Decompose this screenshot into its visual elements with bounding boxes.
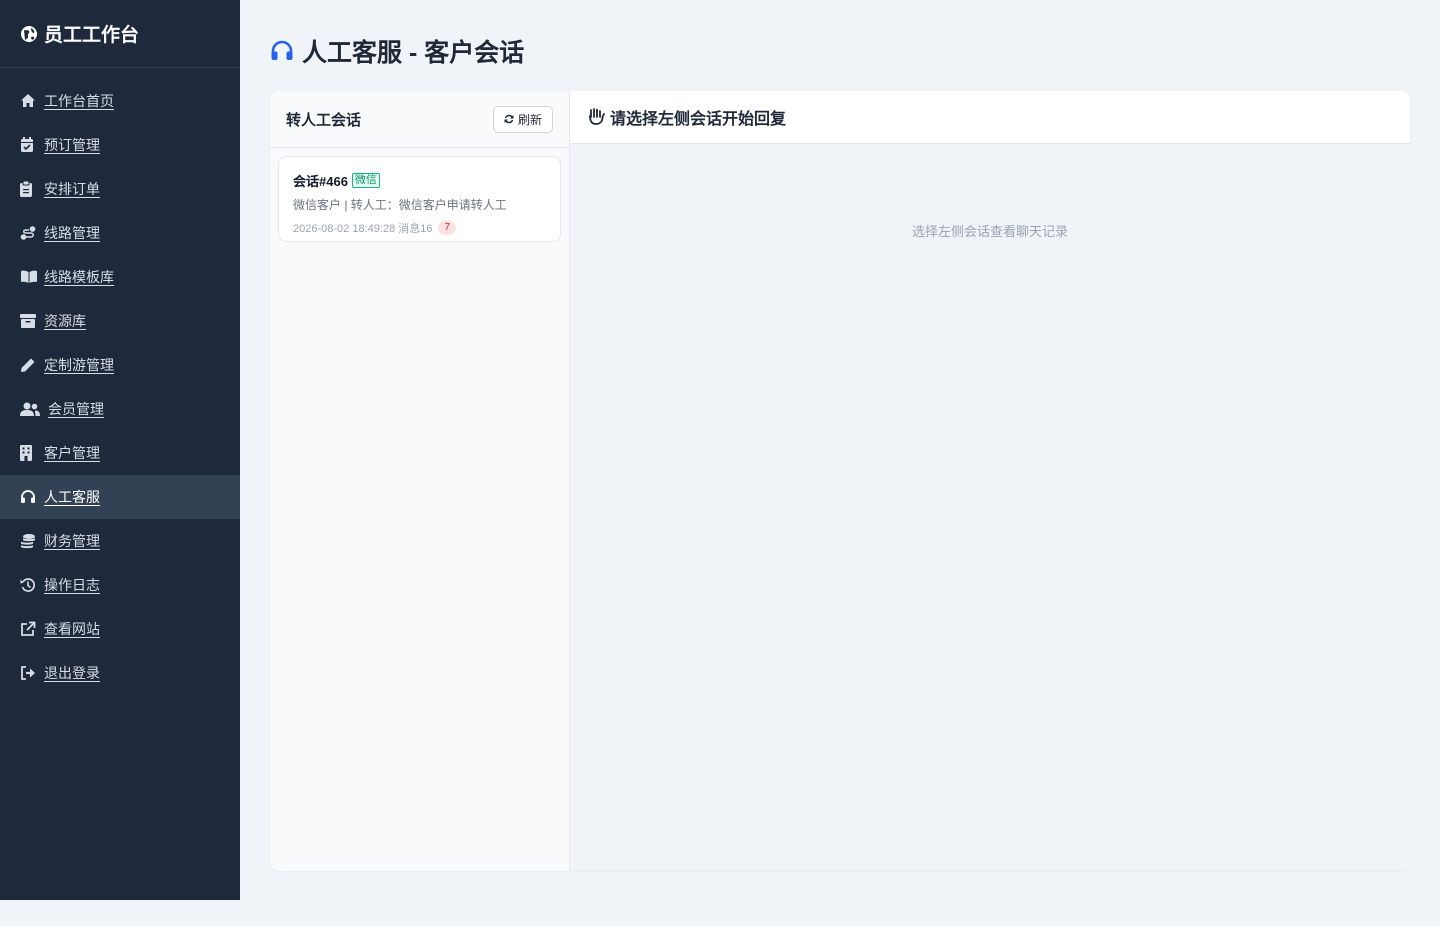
conversation-list: 转人工会话 刷新 会话#466 微信 微信客户 | 转人工：微信客户申请转人工 … [270,91,570,871]
sidebar-item-home[interactable]: 工作台首页 [0,79,240,123]
calendar-check-icon [20,136,38,154]
conversation-title: 会话#466 [293,174,348,189]
sidebar-item-label: 工作台首页 [44,93,114,109]
chat-header-text: 请选择左侧会话开始回复 [610,111,787,128]
building-icon [20,444,38,462]
sidebar-item-label: 线路模板库 [44,269,114,285]
sidebar-item-members[interactable]: 会员管理 [0,387,240,431]
channel-badge: 微信 [351,173,380,188]
sidebar-item-bookings[interactable]: 预订管理 [0,123,240,167]
headset-icon [20,488,38,506]
sidebar-item-label: 财务管理 [44,533,100,549]
conversation-meta: 2026-08-02 18:49:28 消息16 7 [293,220,546,236]
chat-area: 请选择左侧会话开始回复 选择左侧会话查看聊天记录 [570,91,1410,871]
empty-chat-message: 选择左侧会话查看聊天记录 [911,224,1068,239]
sidebar-item-resources[interactable]: 资源库 [0,299,240,343]
conversation-title-row: 会话#466 微信 [293,171,546,190]
sidebar-item-label: 人工客服 [44,489,100,505]
sidebar-item-label: 客户管理 [44,445,100,461]
main-content: 人工客服 - 客户会话 转人工会话 刷新 会话#466 微信 微信客户 | 转人… [240,0,1440,926]
sidebar-item-label: 线路管理 [44,225,100,241]
external-link-icon [20,620,38,638]
page-title-text: 人工客服 - 客户会话 [302,39,525,67]
conversation-list-header: 转人工会话 刷新 [270,91,569,148]
sidebar-item-logs[interactable]: 操作日志 [0,563,240,607]
sign-out-icon [20,664,38,682]
sidebar: 员工工作台 工作台首页 预订管理 安排订单 线路管理 线路模板库 资源库 定制游… [0,0,240,900]
sidebar-item-label: 查看网站 [44,621,100,637]
sidebar-item-routes[interactable]: 线路管理 [0,211,240,255]
sidebar-item-label: 操作日志 [44,577,100,593]
brand-title: 员工工作台 [44,25,140,46]
conversation-list-title: 转人工会话 [286,111,362,129]
refresh-icon [504,114,514,124]
book-icon [20,268,38,286]
coins-icon [20,532,38,550]
sidebar-item-view-site[interactable]: 查看网站 [0,607,240,651]
hand-pointer-icon [589,108,605,125]
conversation-description: 微信客户 | 转人工：微信客户申请转人工 [293,198,507,212]
chat-panel: 转人工会话 刷新 会话#466 微信 微信客户 | 转人工：微信客户申请转人工 … [270,91,1410,871]
list-item[interactable]: 会话#466 微信 微信客户 | 转人工：微信客户申请转人工 2026-08-0… [278,156,561,242]
sidebar-item-route-templates[interactable]: 线路模板库 [0,255,240,299]
history-icon [20,576,38,594]
archive-icon [20,312,38,330]
sidebar-nav: 工作台首页 预订管理 安排订单 线路管理 线路模板库 资源库 定制游管理 会员管… [0,68,240,695]
route-icon [20,224,38,242]
page-title: 人工客服 - 客户会话 [270,33,524,69]
sidebar-item-label: 定制游管理 [44,357,114,373]
globe-icon [21,25,37,42]
unread-badge: 7 [438,221,456,235]
sidebar-item-custom-tours[interactable]: 定制游管理 [0,343,240,387]
users-icon [20,400,42,418]
clipboard-icon [20,180,38,198]
sidebar-item-customer-service[interactable]: 人工客服 [0,475,240,519]
sidebar-item-label: 安排订单 [44,181,100,197]
pencil-icon [20,356,38,374]
chat-header: 请选择左侧会话开始回复 [570,91,1410,144]
home-icon [20,92,38,110]
sidebar-item-orders[interactable]: 安排订单 [0,167,240,211]
headset-icon [271,40,293,60]
sidebar-item-label: 退出登录 [44,665,100,681]
sidebar-item-finance[interactable]: 财务管理 [0,519,240,563]
refresh-button[interactable]: 刷新 [492,105,553,133]
sidebar-item-label: 资源库 [44,313,86,329]
brand[interactable]: 员工工作台 [0,0,240,68]
conversation-timestamp: 2026-08-02 18:49:28 消息16 [293,223,433,235]
sidebar-item-customers[interactable]: 客户管理 [0,431,240,475]
sidebar-item-label: 会员管理 [48,401,104,417]
sidebar-item-label: 预订管理 [44,137,100,153]
refresh-button-label: 刷新 [517,112,542,127]
sidebar-item-logout[interactable]: 退出登录 [0,651,240,695]
